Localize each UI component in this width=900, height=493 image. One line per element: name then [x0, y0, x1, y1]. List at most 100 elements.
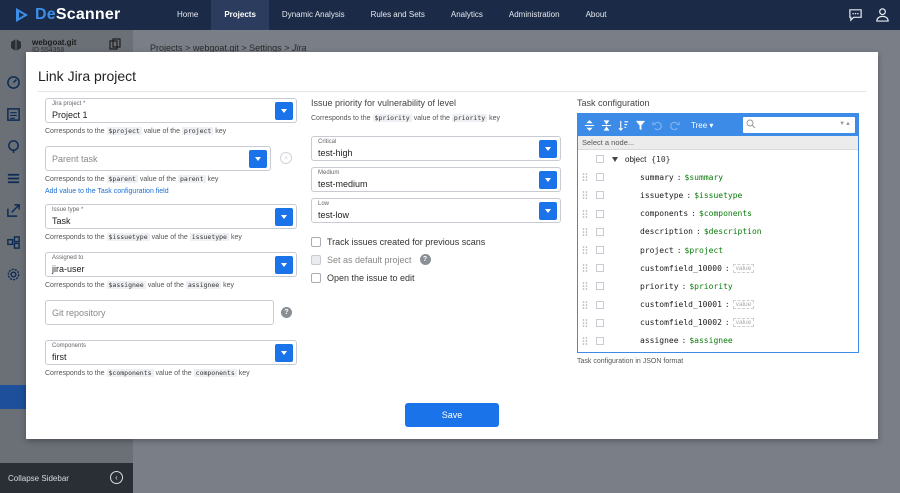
expand-all-icon[interactable]	[583, 119, 595, 131]
jira-project-select[interactable]: Jira project * Project 1	[45, 98, 297, 123]
tree-value[interactable]: $assignee	[689, 336, 732, 345]
tree-root-row[interactable]: object {10}	[578, 150, 858, 168]
caret-down-icon[interactable]	[612, 156, 618, 162]
drag-handle-icon[interactable]	[582, 337, 588, 345]
row-select-icon[interactable]	[596, 227, 604, 236]
tree-key[interactable]: issuetype	[640, 191, 683, 200]
json-editor[interactable]: Tree ▾ ▼▲ Select a node... object {10} s…	[577, 113, 859, 353]
priority-medium-select[interactable]: Medium test-medium	[311, 167, 561, 192]
tree-row[interactable]: customfield_10001: value	[578, 296, 858, 314]
tree-key[interactable]: customfield_10002	[640, 318, 722, 327]
tree-row[interactable]: customfield_10002: value	[578, 314, 858, 332]
tree-key[interactable]: priority	[640, 282, 679, 291]
tree-empty-value[interactable]: value	[732, 318, 755, 328]
sidebar-item-dashboard[interactable]	[0, 66, 26, 98]
row-select-icon[interactable]	[596, 209, 604, 218]
sidebar-item-export[interactable]	[0, 194, 26, 226]
user-icon[interactable]	[875, 7, 890, 22]
help-icon[interactable]: ?	[419, 254, 431, 265]
tree-key[interactable]: project	[640, 246, 674, 255]
tree-value[interactable]: $description	[704, 227, 762, 236]
tree-value[interactable]: $summary	[685, 173, 724, 182]
drag-handle-icon[interactable]	[582, 264, 588, 272]
sidebar-item-settings[interactable]	[0, 258, 26, 290]
track-previous-scans-checkbox[interactable]: Track issues created for previous scans	[311, 233, 566, 250]
tree-value[interactable]: $components	[699, 209, 752, 218]
tree-empty-value[interactable]: value	[732, 263, 755, 273]
app-logo[interactable]: DeScanner	[14, 6, 164, 24]
chevron-down-icon[interactable]	[539, 202, 557, 220]
search-nav-arrows-icon[interactable]: ▼▲	[839, 121, 851, 127]
nav-dynamic-analysis[interactable]: Dynamic Analysis	[269, 0, 358, 30]
collapse-all-icon[interactable]	[600, 119, 612, 131]
tree-row[interactable]: description: $description	[578, 223, 858, 241]
chevron-down-icon[interactable]	[539, 171, 557, 189]
undo-icon[interactable]	[651, 119, 663, 131]
sort-icon[interactable]	[617, 119, 629, 131]
redo-icon[interactable]	[668, 119, 680, 131]
tree-row[interactable]: summary: $summary	[578, 168, 858, 186]
collapse-sidebar[interactable]: Collapse Sidebar ‹	[0, 463, 133, 493]
chevron-down-icon[interactable]	[275, 102, 293, 120]
row-select-icon[interactable]	[596, 245, 604, 254]
nav-analytics[interactable]: Analytics	[438, 0, 496, 30]
tree-key[interactable]: components	[640, 209, 688, 218]
add-to-task-config-link[interactable]: Add value to the Task configuration fiel…	[45, 188, 300, 195]
nav-about[interactable]: About	[573, 0, 620, 30]
nav-home[interactable]: Home	[164, 0, 211, 30]
tree-row[interactable]: issuetype: $issuetype	[578, 186, 858, 204]
nav-rules-and-sets[interactable]: Rules and Sets	[358, 0, 438, 30]
row-select-icon[interactable]	[596, 336, 604, 345]
row-select-icon[interactable]	[596, 300, 604, 309]
chat-icon[interactable]	[848, 7, 863, 22]
tree-mode-dropdown[interactable]: Tree ▾	[691, 121, 713, 130]
chevron-left-icon[interactable]: ‹	[110, 471, 123, 484]
sidebar-item-scan[interactable]	[0, 130, 26, 162]
help-icon[interactable]: ?	[281, 307, 292, 318]
nav-administration[interactable]: Administration	[496, 0, 573, 30]
nav-projects[interactable]: Projects	[211, 0, 269, 30]
node-navigation-bar[interactable]: Select a node...	[578, 136, 858, 150]
chevron-down-icon[interactable]	[539, 140, 557, 158]
sidebar-item-reports[interactable]	[0, 98, 26, 130]
drag-handle-icon[interactable]	[582, 300, 588, 309]
row-select-icon[interactable]	[596, 173, 604, 182]
save-button[interactable]: Save	[405, 403, 499, 427]
drag-handle-icon[interactable]	[582, 282, 588, 291]
components-select[interactable]: Components first	[45, 340, 297, 365]
chevron-down-icon[interactable]	[249, 150, 267, 168]
chevron-down-icon[interactable]	[275, 344, 293, 362]
row-select-icon[interactable]	[596, 264, 604, 273]
tree-row[interactable]: customfield_10000: value	[578, 259, 858, 277]
chevron-down-icon[interactable]	[275, 208, 293, 226]
tree-row[interactable]: assignee: $assignee	[578, 332, 858, 350]
tree-row[interactable]: priority: $priority	[578, 277, 858, 295]
drag-handle-icon[interactable]	[582, 191, 588, 200]
sidebar-item-dependencies[interactable]	[0, 226, 26, 258]
drag-handle-icon[interactable]	[582, 246, 588, 254]
sidebar-item-list[interactable]	[0, 162, 26, 194]
tree-row[interactable]: components: $components	[578, 205, 858, 223]
json-search-input[interactable]: ▼▲	[743, 117, 855, 133]
clear-icon[interactable]: ×	[280, 152, 292, 164]
copy-icon[interactable]	[109, 38, 121, 50]
row-select-icon[interactable]	[596, 191, 604, 200]
git-repository-input[interactable]: Git repository	[45, 300, 274, 325]
tree-value[interactable]: $priority	[689, 282, 732, 291]
tree-key[interactable]: summary	[640, 173, 674, 182]
drag-handle-icon[interactable]	[582, 209, 588, 218]
row-select-icon[interactable]	[596, 318, 604, 327]
priority-low-select[interactable]: Low test-low	[311, 198, 561, 223]
checkbox-icon[interactable]	[311, 236, 321, 247]
checkbox-icon[interactable]	[311, 272, 321, 283]
tree-key[interactable]: customfield_10000	[640, 264, 722, 273]
drag-handle-icon[interactable]	[582, 227, 588, 236]
drag-handle-icon[interactable]	[582, 318, 588, 327]
priority-critical-select[interactable]: Critical test-high	[311, 136, 561, 161]
tree-key[interactable]: assignee	[640, 336, 679, 345]
tree-row[interactable]: project: $project	[578, 241, 858, 259]
row-select-icon[interactable]	[596, 282, 604, 291]
tree-key[interactable]: description	[640, 227, 693, 236]
drag-handle-icon[interactable]	[582, 173, 588, 181]
tree-value[interactable]: $project	[685, 246, 724, 255]
